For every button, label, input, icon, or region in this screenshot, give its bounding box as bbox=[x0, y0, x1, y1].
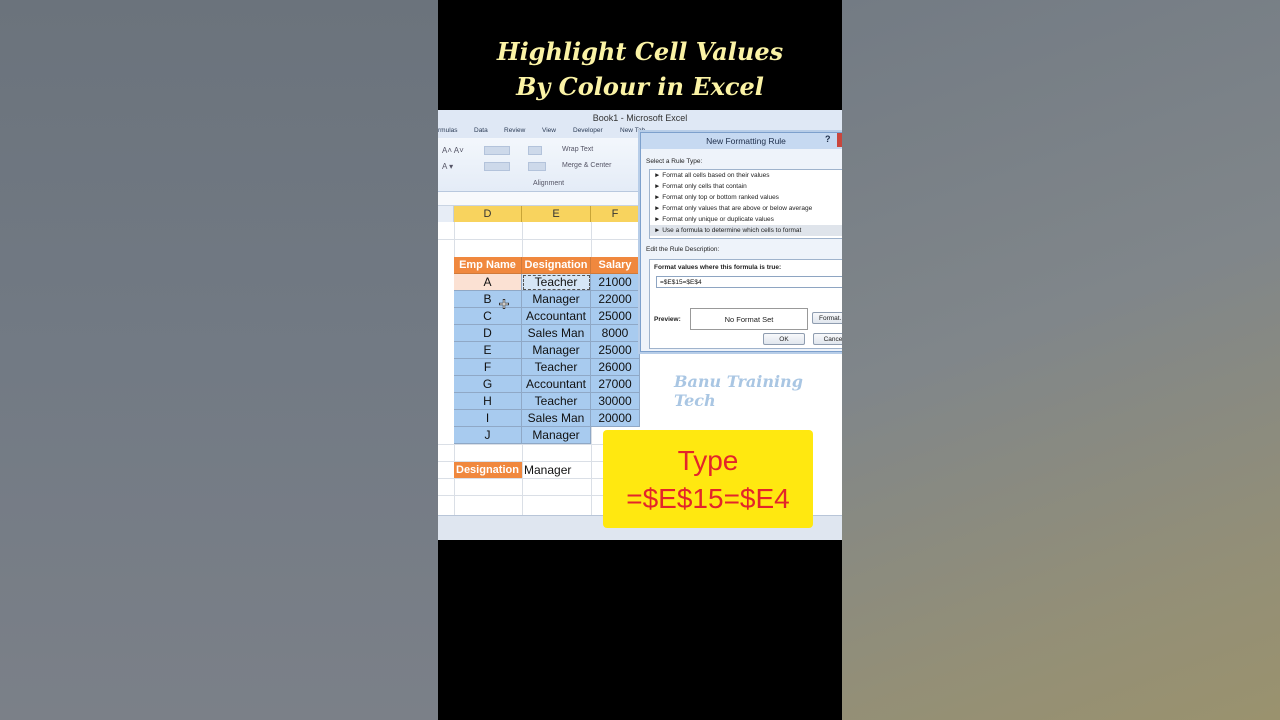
column-header-f[interactable]: F bbox=[591, 206, 640, 222]
rule-type-list[interactable]: ► Format all cells based on their values… bbox=[649, 169, 842, 239]
table-cell[interactable]: H bbox=[454, 393, 522, 410]
rule-type-item[interactable]: ► Format only values that are above or b… bbox=[654, 203, 842, 214]
column-header-blank bbox=[438, 206, 454, 222]
table-cell[interactable]: G bbox=[454, 376, 522, 393]
video-title: Highlight Cell Values By Colour in Excel bbox=[438, 34, 842, 104]
table-cell[interactable]: 26000 bbox=[591, 359, 640, 376]
rule-type-item[interactable]: ► Format only top or bottom ranked value… bbox=[654, 192, 842, 203]
header-emp-name[interactable]: Emp Name bbox=[454, 257, 522, 274]
dialog-title: New Formatting Rule bbox=[641, 133, 842, 149]
select-rule-type-label: Select a Rule Type: bbox=[646, 158, 703, 165]
preview-label: Preview: bbox=[654, 316, 681, 323]
header-salary[interactable]: Salary bbox=[591, 257, 640, 274]
video-title-line-2: By Colour in Excel bbox=[516, 72, 764, 101]
table-cell[interactable]: Sales Man bbox=[522, 410, 591, 427]
rule-type-item[interactable]: ► Format only cells that contain bbox=[654, 181, 842, 192]
table-cell[interactable]: 25000 bbox=[591, 308, 640, 325]
table-cell[interactable]: B bbox=[454, 291, 522, 308]
merge-center-button[interactable]: Merge & Center bbox=[562, 162, 611, 169]
video-frame: Highlight Cell Values By Colour in Excel… bbox=[438, 0, 842, 720]
video-title-line-1: Highlight Cell Values bbox=[496, 37, 784, 66]
background-right bbox=[842, 0, 1280, 720]
table-cell[interactable]: Sales Man bbox=[522, 325, 591, 342]
table-cell[interactable]: F bbox=[454, 359, 522, 376]
tab-view[interactable]: View bbox=[542, 127, 556, 134]
table-cell[interactable]: C bbox=[454, 308, 522, 325]
watermark: Banu Training Tech bbox=[674, 372, 803, 410]
table-cell[interactable]: A bbox=[454, 274, 522, 291]
formula-input[interactable]: =$E$15=$E$4 bbox=[656, 276, 842, 288]
edit-description-label: Edit the Rule Description: bbox=[646, 246, 720, 253]
table-cell[interactable]: 22000 bbox=[591, 291, 640, 308]
font-grow-icon[interactable]: A˄ A˅ bbox=[442, 146, 464, 155]
table-cell[interactable]: Manager bbox=[522, 427, 591, 444]
table-cell[interactable]: D bbox=[454, 325, 522, 342]
formula-label: Format values where this formula is true… bbox=[654, 264, 782, 271]
wrap-text-button[interactable]: Wrap Text bbox=[562, 146, 593, 153]
table-cell[interactable]: 8000 bbox=[591, 325, 640, 342]
tab-developer[interactable]: Developer bbox=[573, 127, 603, 134]
cancel-button[interactable]: Cance bbox=[813, 333, 842, 345]
format-button[interactable]: Format... bbox=[812, 312, 842, 324]
table-cell[interactable]: I bbox=[454, 410, 522, 427]
orientation-icon[interactable] bbox=[528, 146, 542, 155]
table-cell[interactable]: Teacher bbox=[522, 359, 591, 376]
rule-type-item[interactable]: ► Format only unique or duplicate values bbox=[654, 214, 842, 225]
criteria-label[interactable]: Designation bbox=[454, 462, 522, 478]
table-cell[interactable]: Teacher bbox=[522, 393, 591, 410]
excel-window: Book1 - Microsoft Excel rmulas Data Revi… bbox=[438, 110, 842, 540]
ok-button[interactable]: OK bbox=[763, 333, 805, 345]
table-cell[interactable]: E bbox=[454, 342, 522, 359]
table-cell[interactable]: Accountant bbox=[522, 376, 591, 393]
close-icon[interactable] bbox=[837, 133, 842, 147]
cell-cursor-icon bbox=[499, 299, 509, 309]
indent-icon[interactable] bbox=[528, 162, 546, 171]
background-left bbox=[0, 0, 438, 720]
column-header-e[interactable]: E bbox=[522, 206, 591, 222]
header-designation[interactable]: Designation bbox=[522, 257, 591, 274]
align-top-buttons[interactable] bbox=[484, 146, 510, 155]
table-cell[interactable]: 30000 bbox=[591, 393, 640, 410]
table-cell[interactable]: 27000 bbox=[591, 376, 640, 393]
tab-review[interactable]: Review bbox=[504, 127, 525, 134]
column-header-d[interactable]: D bbox=[454, 206, 522, 222]
table-cell[interactable]: 25000 bbox=[591, 342, 640, 359]
new-formatting-rule-dialog: New Formatting Rule ? Select a Rule Type… bbox=[640, 132, 842, 352]
table-cell[interactable]: 20000 bbox=[591, 410, 640, 427]
gridline bbox=[438, 239, 638, 240]
tab-formulas[interactable]: rmulas bbox=[438, 127, 458, 134]
table-cell[interactable]: J bbox=[454, 427, 522, 444]
table-cell[interactable]: 21000 bbox=[591, 274, 640, 291]
align-left-buttons[interactable] bbox=[484, 162, 510, 171]
font-color-icon[interactable]: A ▾ bbox=[442, 162, 453, 171]
table-cell-selected[interactable]: Teacher bbox=[522, 274, 591, 291]
instruction-callout: Type =$E$15=$E4 bbox=[603, 430, 813, 528]
callout-line-2: =$E$15=$E4 bbox=[626, 483, 790, 514]
rule-type-item[interactable]: ► Format all cells based on their values bbox=[654, 170, 842, 181]
tab-data[interactable]: Data bbox=[474, 127, 488, 134]
table-cell[interactable]: Accountant bbox=[522, 308, 591, 325]
rule-type-item-selected[interactable]: ► Use a formula to determine which cells… bbox=[650, 225, 842, 236]
group-alignment-label: Alignment bbox=[533, 180, 565, 187]
preview-box: No Format Set bbox=[690, 308, 808, 330]
help-icon[interactable]: ? bbox=[825, 134, 831, 144]
callout-line-1: Type bbox=[677, 445, 739, 476]
window-title: Book1 - Microsoft Excel bbox=[438, 110, 842, 126]
table-cell[interactable]: Manager bbox=[522, 342, 591, 359]
table-cell[interactable]: Manager bbox=[522, 291, 591, 308]
criteria-value[interactable]: Manager bbox=[524, 462, 594, 478]
